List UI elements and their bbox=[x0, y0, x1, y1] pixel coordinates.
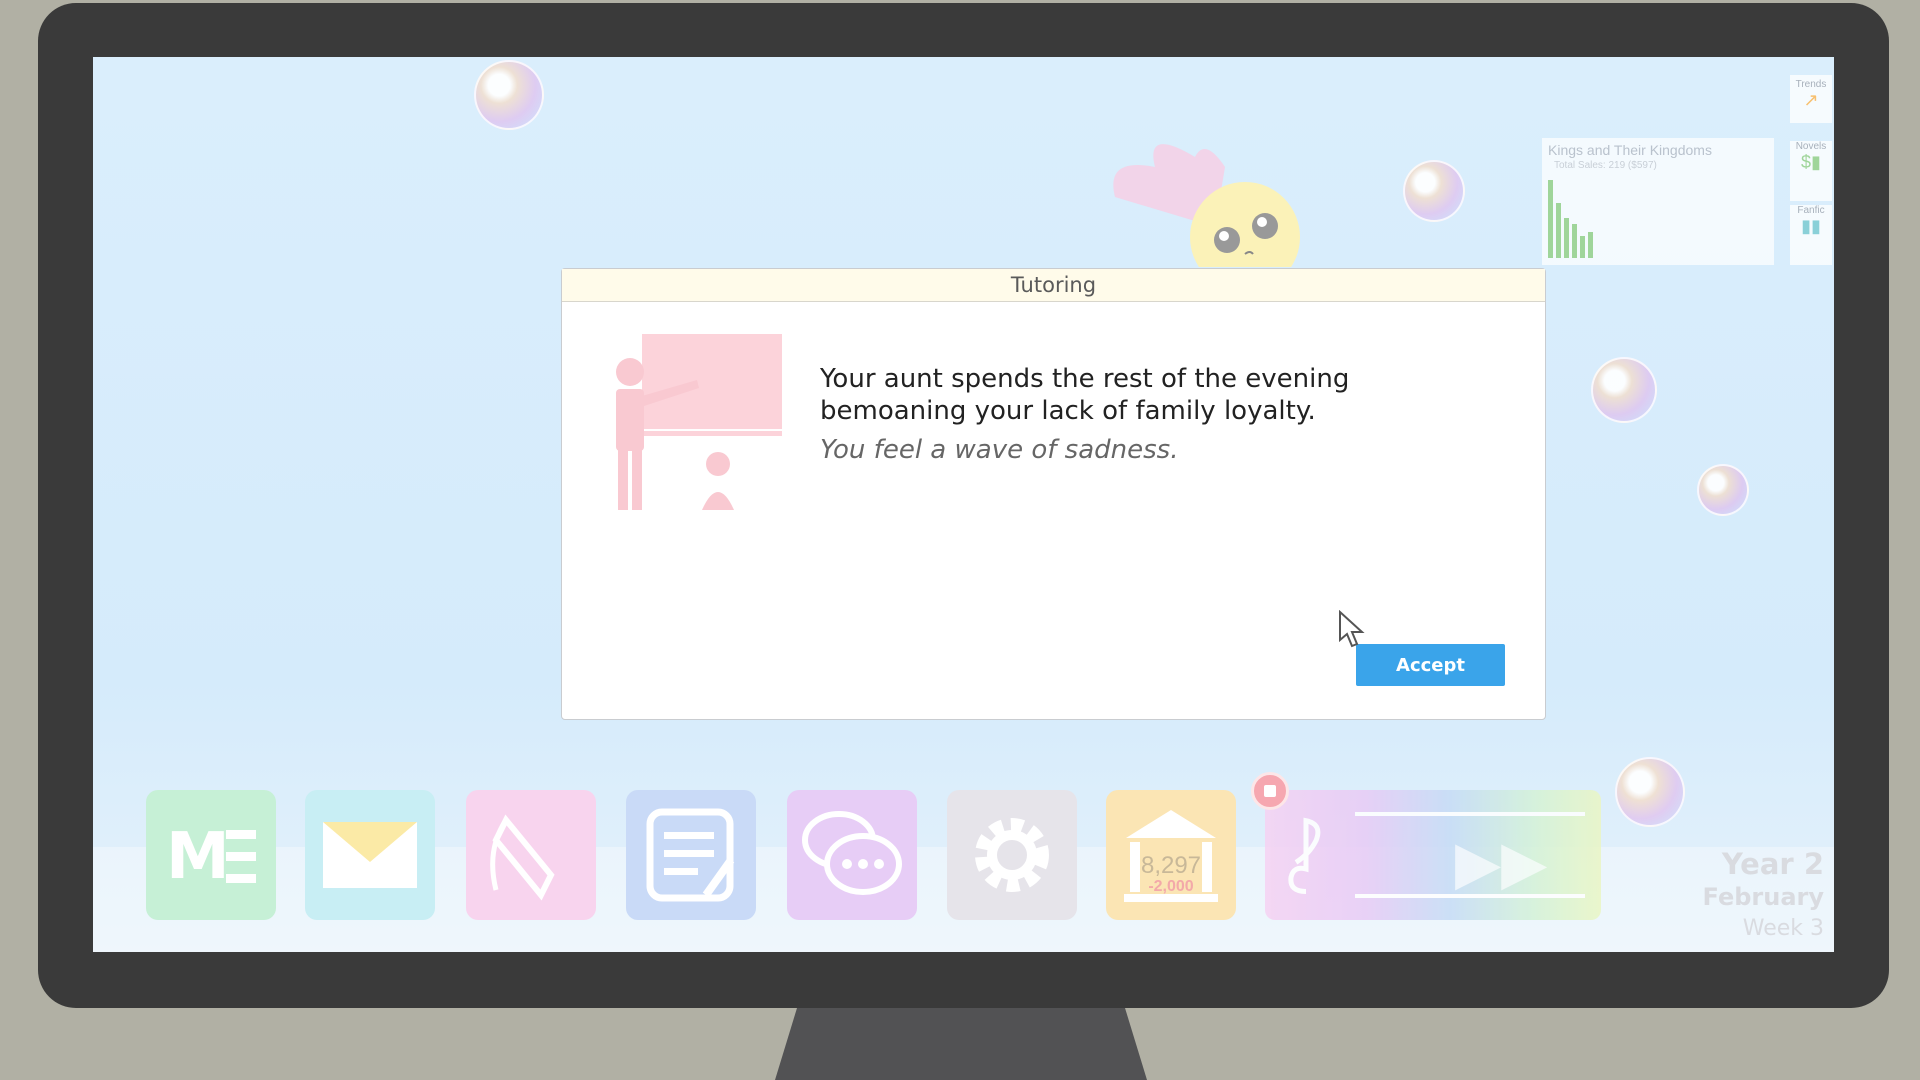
gear-icon bbox=[975, 818, 1049, 892]
app-notes[interactable] bbox=[626, 790, 756, 920]
game-screen: Kings and Their Kingdoms Total Sales: 21… bbox=[93, 57, 1834, 952]
app-chat[interactable] bbox=[787, 790, 917, 920]
trends-subtitle: Total Sales: 219 ($597) bbox=[1554, 160, 1657, 171]
sales-chart bbox=[1548, 178, 1628, 258]
tab-novels-label: Novels bbox=[1795, 141, 1827, 152]
playback-track[interactable] bbox=[1355, 812, 1585, 816]
stop-button[interactable] bbox=[1251, 772, 1289, 810]
dialog-effect: You feel a wave of sadness. bbox=[820, 435, 1179, 465]
dialog-message: Your aunt spends the rest of the evening… bbox=[820, 364, 1350, 426]
app-bank[interactable]: 8,297 -2,000 bbox=[1106, 790, 1236, 920]
bubble bbox=[1403, 160, 1465, 222]
app-settings[interactable] bbox=[947, 790, 1077, 920]
app-mail[interactable] bbox=[305, 790, 435, 920]
tab-trends-label: Trends bbox=[1795, 79, 1827, 90]
dialog-title: Tutoring bbox=[562, 269, 1545, 302]
bubble bbox=[1591, 357, 1657, 423]
date-year: Year 2 bbox=[1721, 847, 1824, 881]
bubble bbox=[1697, 464, 1749, 516]
music-icon bbox=[1288, 817, 1321, 894]
music-player[interactable]: ▶▶ bbox=[1265, 790, 1601, 920]
chat-icon bbox=[802, 811, 902, 895]
game-date: Year 2 February Week 3 bbox=[1703, 847, 1824, 945]
tag-icon bbox=[490, 814, 555, 901]
tab-novels[interactable]: Novels $▮ bbox=[1790, 141, 1832, 201]
trend-up-icon: ↗ bbox=[1803, 90, 1819, 110]
tab-trends[interactable]: Trends ↗ bbox=[1790, 75, 1832, 123]
fanfic-chart-icon: ▮▮ bbox=[1801, 216, 1821, 236]
teacher-board-icon bbox=[616, 334, 782, 510]
manuscript-icon: M bbox=[166, 820, 256, 894]
tutoring-dialog: Tutoring Your aunt spends the rest of th… bbox=[561, 268, 1546, 720]
svg-text:M: M bbox=[166, 820, 230, 894]
bubble bbox=[1615, 757, 1685, 827]
mail-icon bbox=[323, 822, 417, 888]
volume-track[interactable] bbox=[1355, 894, 1585, 898]
tab-fanfic[interactable]: Fanfic ▮▮ bbox=[1790, 205, 1832, 265]
accept-button[interactable]: Accept bbox=[1356, 644, 1505, 686]
bubble bbox=[474, 60, 544, 130]
mascot-icon bbox=[1113, 144, 1300, 267]
monitor-stand bbox=[775, 1008, 1147, 1080]
notes-icon bbox=[646, 808, 735, 902]
app-shop[interactable] bbox=[466, 790, 596, 920]
trends-title: Kings and Their Kingdoms bbox=[1548, 142, 1712, 158]
fast-forward-icon[interactable]: ▶▶ bbox=[1455, 828, 1547, 898]
novels-chart-icon: $▮ bbox=[1801, 152, 1821, 172]
date-week: Week 3 bbox=[1742, 916, 1824, 941]
tab-fanfic-label: Fanfic bbox=[1797, 205, 1825, 216]
mouse-cursor-icon bbox=[1339, 610, 1365, 648]
date-month: February bbox=[1702, 883, 1824, 911]
trends-panel[interactable]: Kings and Their Kingdoms Total Sales: 21… bbox=[1542, 138, 1774, 265]
bank-balance: 8,297 bbox=[1140, 852, 1202, 879]
bank-change: -2,000 bbox=[1148, 878, 1194, 895]
app-manuscript[interactable]: M bbox=[146, 790, 276, 920]
